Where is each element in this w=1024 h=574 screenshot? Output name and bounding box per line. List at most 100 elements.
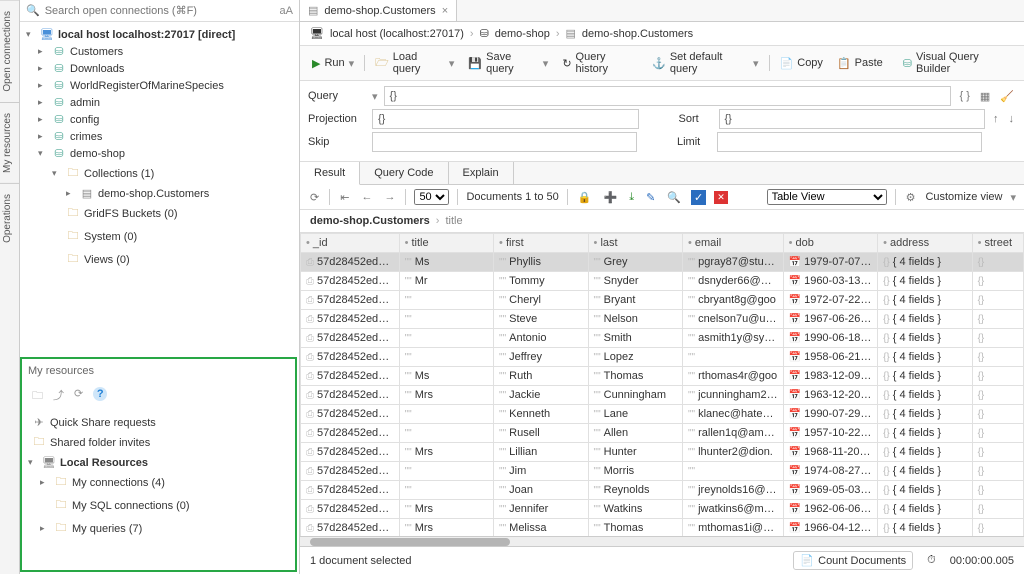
cell-first[interactable]: ""Antonio [494,329,588,348]
db-node[interactable]: ▸⛁Customers [20,43,299,60]
cell-street[interactable]: {} [972,424,1023,443]
cell-address[interactable]: {}{ 4 fields } [878,310,972,329]
cell-first[interactable]: ""Phyllis [494,253,588,272]
table-row[interactable]: ⎙57d28452ed5d4""""Jeffrey""Lopez""📅1958-… [301,348,1024,367]
cell-address[interactable]: {}{ 4 fields } [878,367,972,386]
prev-page-icon[interactable]: ← [359,191,374,203]
cell-dob[interactable]: 📅1968-11-20T03: [783,443,877,462]
cell-dob[interactable]: 📅1957-10-22T02: [783,424,877,443]
column-header[interactable]: last [588,234,682,253]
customize-view-button[interactable]: Customize view [925,191,1002,203]
local-resources[interactable]: ▾🖥Local Resources [22,454,295,471]
cell-street[interactable]: {} [972,253,1023,272]
cell-last[interactable]: ""Watkins [588,500,682,519]
view-icon[interactable]: 🔍 [665,191,683,204]
cell-street[interactable]: {} [972,310,1023,329]
refresh-icon[interactable]: ⟳ [74,387,83,406]
cell-title[interactable]: ""Ms [399,253,493,272]
cell-first[interactable]: ""Tommy [494,272,588,291]
column-header[interactable]: email [682,234,783,253]
cell-title[interactable]: "" [399,462,493,481]
cell-address[interactable]: {}{ 4 fields } [878,443,972,462]
cell-dob[interactable]: 📅1990-07-29T04 [783,405,877,424]
visual-query-builder-button[interactable]: ⛁Visual Query Builder [899,49,1016,77]
column-header[interactable]: _id [301,234,400,253]
editor-tab[interactable]: ▤ demo-shop.Customers × [300,0,457,21]
cell-title[interactable]: "" [399,291,493,310]
cell-_id[interactable]: ⎙57d28452ed5d4 [301,519,400,537]
cell-last[interactable]: ""Grey [588,253,682,272]
cell-address[interactable]: {}{ 4 fields } [878,424,972,443]
cell-last[interactable]: ""Nelson [588,310,682,329]
cell-email[interactable]: ""asmith1y@syman [682,329,783,348]
cell-dob[interactable]: 📅1960-03-13T03: [783,272,877,291]
add-folder-icon[interactable]: 🗀 [32,387,43,406]
add-doc-icon[interactable]: ➕ [601,191,619,204]
cell-_id[interactable]: ⎙57d28452ed5d4 [301,500,400,519]
cell-first[interactable]: ""Jennifer [494,500,588,519]
table-row[interactable]: ⎙57d28452ed5d4""""Joan""Reynolds""jreyno… [301,481,1024,500]
shared-folder[interactable]: 🗀Shared folder invites [22,431,295,454]
check-icon[interactable]: ✓ [691,190,706,205]
cell-first[interactable]: ""Cheryl [494,291,588,310]
subtab-explain[interactable]: Explain [449,162,514,184]
next-page-icon[interactable]: → [382,191,397,203]
cell-email[interactable]: ""jreynolds16@ima [682,481,783,500]
folder-views[interactable]: 🗀Views (0) [20,248,299,271]
cell-_id[interactable]: ⎙57d28452ed5d4 [301,329,400,348]
vtab-operations[interactable]: Operations [0,183,19,253]
cell-title[interactable]: "" [399,405,493,424]
subtab-query-code[interactable]: Query Code [360,162,448,184]
cell-street[interactable]: {} [972,348,1023,367]
cell-last[interactable]: ""Cunningham [588,386,682,405]
quick-share[interactable]: ✈Quick Share requests [22,414,295,431]
lock-icon[interactable]: 🔒 [576,191,594,204]
column-header[interactable]: address [878,234,972,253]
cell-email[interactable]: ""jcunningham2f@ [682,386,783,405]
folder-gridfs[interactable]: 🗀GridFS Buckets (0) [20,202,299,225]
table-row[interactable]: ⎙57d28452ed5d4""Mrs""Jennifer""Watkins""… [301,500,1024,519]
load-query-button[interactable]: 🗁Load query▾ [371,49,458,77]
column-header[interactable]: title [399,234,493,253]
cell-last[interactable]: ""Allen [588,424,682,443]
cell-title[interactable]: ""Mrs [399,443,493,462]
cell-_id[interactable]: ⎙57d28452ed5d4 [301,348,400,367]
page-size-select[interactable]: 50 [414,189,449,205]
copy-button[interactable]: 📄Copy [776,55,827,72]
breadcrumb-collection[interactable]: demo-shop.Customers [582,28,693,40]
cell-last[interactable]: ""Thomas [588,519,682,537]
upload-icon[interactable]: ⤴ [53,387,64,406]
cell-address[interactable]: {}{ 4 fields } [878,272,972,291]
help-icon[interactable]: ? [93,387,107,401]
db-node[interactable]: ▸⛁WorldRegisterOfMarineSpecies [20,77,299,94]
cell-street[interactable]: {} [972,481,1023,500]
table-row[interactable]: ⎙57d28452ed5d4""""Cheryl""Bryant""cbryan… [301,291,1024,310]
cell-email[interactable]: ""cbryant8g@goo [682,291,783,310]
cell-street[interactable]: {} [972,367,1023,386]
db-node[interactable]: ▸⛁config [20,111,299,128]
cell-first[interactable]: ""Lillian [494,443,588,462]
cell-last[interactable]: ""Snyder [588,272,682,291]
cell-first[interactable]: ""Ruth [494,367,588,386]
clear-icon[interactable]: 🧹 [998,90,1016,103]
cell-address[interactable]: {}{ 4 fields } [878,500,972,519]
db-node[interactable]: ▸⛁Downloads [20,60,299,77]
cell-last[interactable]: ""Reynolds [588,481,682,500]
cell-dob[interactable]: 📅1974-08-27T07: [783,462,877,481]
table-row[interactable]: ⎙57d28452ed5d4""""Steve""Nelson""cnelson… [301,310,1024,329]
first-page-icon[interactable]: ⇤ [338,191,351,204]
cell-title[interactable]: "" [399,348,493,367]
cell-first[interactable]: ""Joan [494,481,588,500]
folder-collections[interactable]: ▾🗀Collections (1) [20,162,299,185]
cell-dob[interactable]: 📅1966-04-12T04 [783,519,877,537]
cell-last[interactable]: ""Hunter [588,443,682,462]
cell-dob[interactable]: 📅1969-05-03T05 [783,481,877,500]
refresh-icon[interactable]: ⟳ [308,191,321,204]
save-query-button[interactable]: 💾Save query▾ [464,49,552,77]
paste-button[interactable]: 📋Paste [833,55,887,72]
cell-last[interactable]: ""Morris [588,462,682,481]
cell-_id[interactable]: ⎙57d28452ed5d4 [301,405,400,424]
column-header[interactable]: dob [783,234,877,253]
cell-first[interactable]: ""Steve [494,310,588,329]
chevron-down-icon[interactable]: ▾ [372,90,378,103]
